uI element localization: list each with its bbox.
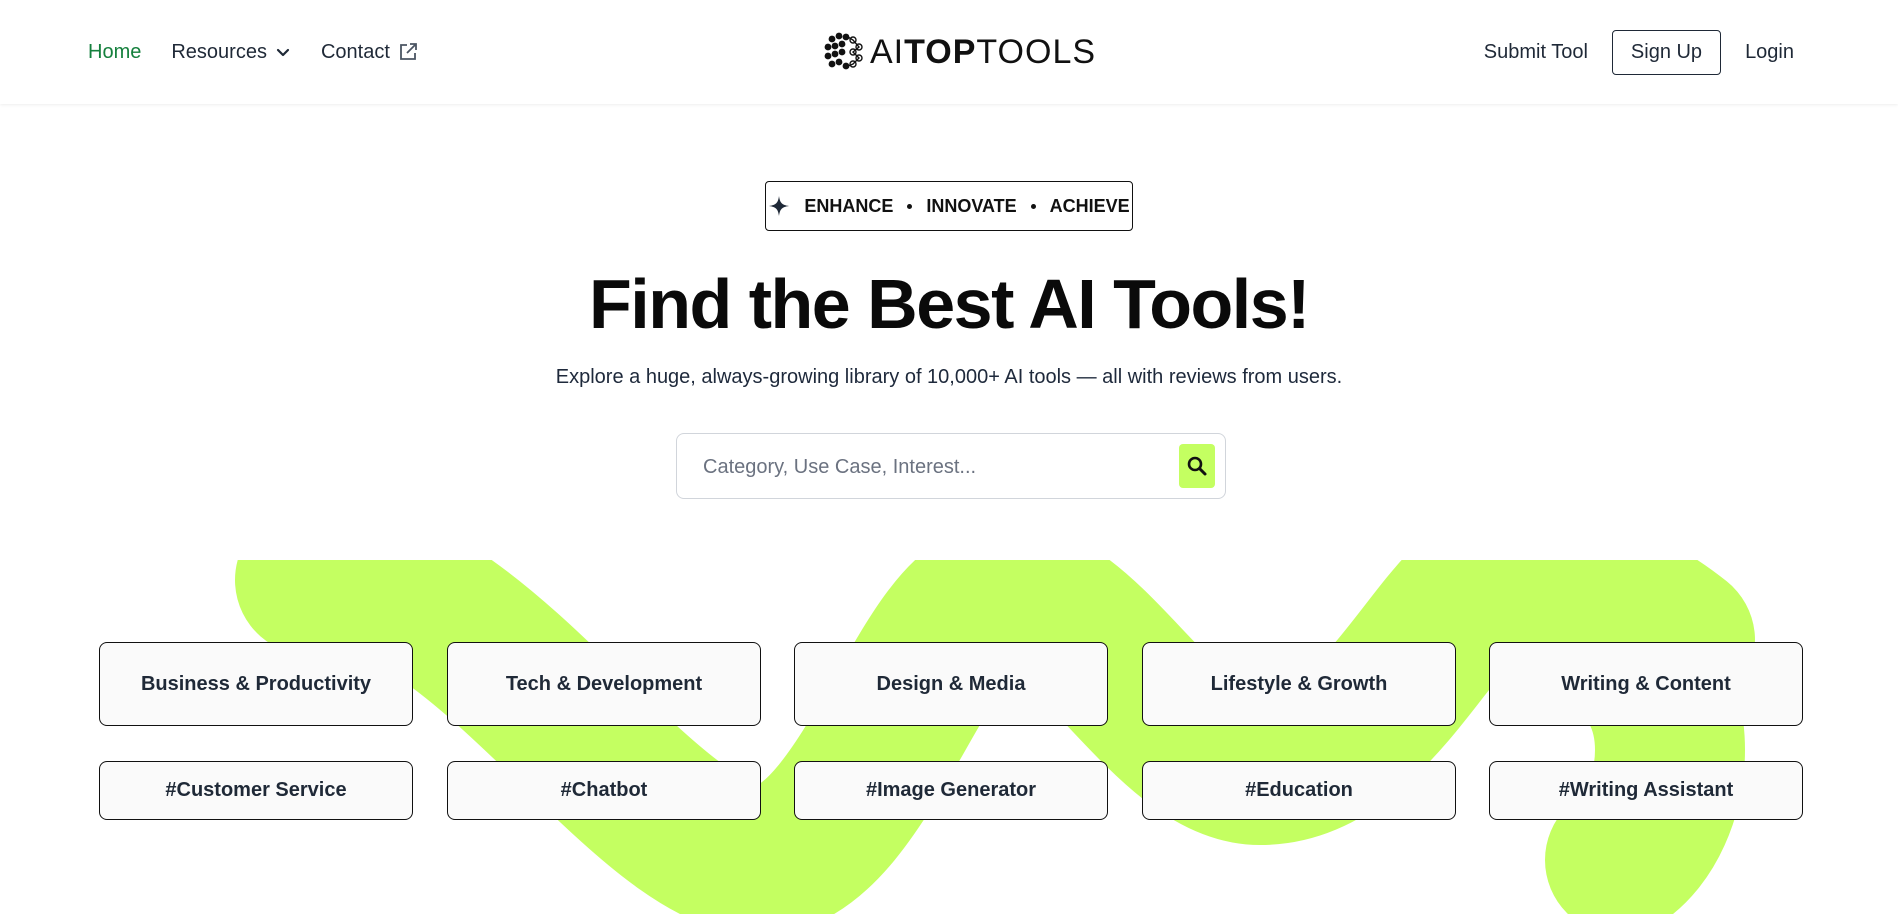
page-subtitle: Explore a huge, always-growing library o… [555,366,1343,388]
tagline-separator [1030,203,1036,209]
chevron-down-icon [276,48,290,57]
nav-contact-link[interactable]: Contact [321,41,418,64]
tag-customer-service[interactable]: #Customer Service [99,761,413,820]
tag-education[interactable]: #Education [1142,761,1456,820]
login-link[interactable]: Login [1745,41,1794,64]
tagline-badge: ENHANCE INNOVATE ACHIEVE [765,181,1133,231]
nav-home-link[interactable]: Home [88,41,141,64]
logo-text-top: TOP [904,33,977,71]
external-link-icon [400,43,417,60]
site-header: Home Resources Contact AITOPTOOLS Submit… [0,0,1898,104]
tagline-separator [907,203,913,209]
nav-left: Home Resources Contact [88,0,418,104]
search-button[interactable] [1179,444,1215,488]
site-logo[interactable]: AITOPTOOLS [824,28,1096,76]
category-writing-content[interactable]: Writing & Content [1489,642,1803,726]
sparkle-icon [769,196,790,216]
logo-text-ai: AI [870,33,905,71]
search-input[interactable] [701,434,1145,500]
search-bar [676,433,1226,500]
tagline-word-3: ACHIEVE [1049,195,1130,216]
brain-logo-icon [824,32,863,70]
search-icon [1187,456,1207,476]
decorative-wave [235,560,1755,914]
nav-contact-label: Contact [320,40,390,63]
logo-wordmark: AITOPTOOLS [870,35,1096,69]
submit-tool-link[interactable]: Submit Tool [1484,41,1588,64]
nav-resources-dropdown[interactable]: Resources [171,41,291,64]
category-lifestyle-growth[interactable]: Lifestyle & Growth [1142,642,1456,726]
category-design-media[interactable]: Design & Media [794,642,1108,726]
nav-resources-label: Resources [171,40,267,63]
sign-up-button[interactable]: Sign Up [1611,29,1722,75]
logo-text-tools: TOOLS [976,33,1097,71]
tagline-word-1: ENHANCE [804,195,894,216]
page-title: Find the Best AI Tools! [589,265,1310,343]
nav-right: Submit Tool Sign Up Login [1484,0,1794,104]
tagline-word-2: INNOVATE [926,195,1017,216]
tag-writing-assistant[interactable]: #Writing Assistant [1489,761,1803,820]
category-business-productivity[interactable]: Business & Productivity [99,642,413,726]
tag-chatbot[interactable]: #Chatbot [447,761,761,820]
category-tech-development[interactable]: Tech & Development [447,642,761,726]
tag-image-generator[interactable]: #Image Generator [794,761,1108,820]
